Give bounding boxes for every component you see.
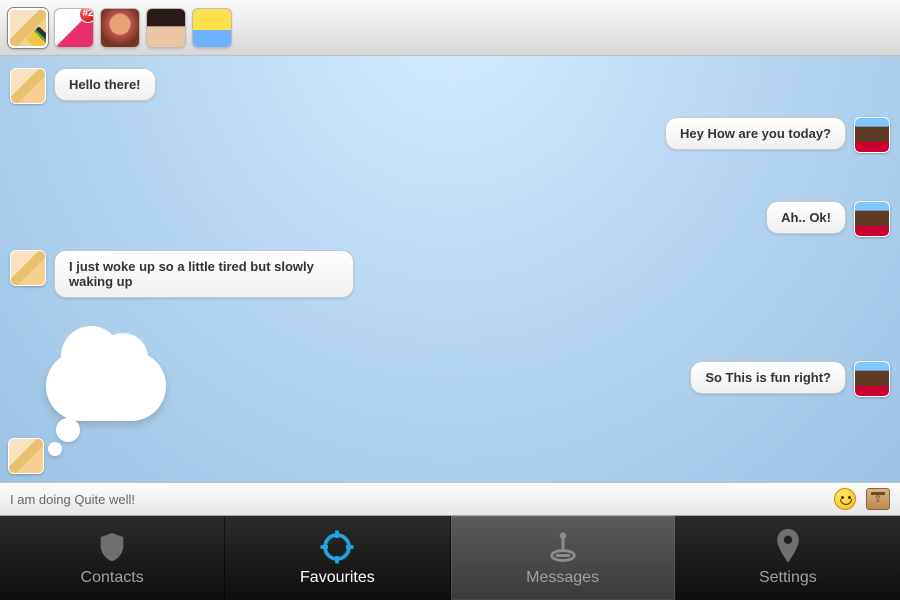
edit-pencil-icon	[26, 26, 48, 48]
chat-thread[interactable]: Hello there! Hey How are you today? Ah..…	[0, 56, 900, 482]
pin-icon	[770, 529, 806, 565]
contact-avatar-1[interactable]	[8, 8, 48, 48]
sender-avatar[interactable]	[10, 250, 46, 286]
message-row: Ah.. Ok!	[10, 201, 890, 237]
tab-label: Messages	[526, 569, 599, 587]
tab-settings[interactable]: Settings	[676, 516, 900, 600]
sender-avatar[interactable]	[854, 361, 890, 397]
message-bubble: I just woke up so a little tired but slo…	[54, 250, 354, 298]
box-upload-icon[interactable]	[866, 488, 890, 510]
sender-avatar[interactable]	[10, 68, 46, 104]
tab-label: Contacts	[81, 569, 144, 587]
message-row: Hey How are you today?	[10, 117, 890, 153]
tab-label: Settings	[759, 569, 817, 587]
smiley-icon[interactable]	[834, 488, 856, 510]
tab-contacts[interactable]: Contacts	[0, 516, 225, 600]
sender-avatar[interactable]	[854, 117, 890, 153]
sender-avatar[interactable]	[854, 201, 890, 237]
tab-label: Favourites	[300, 569, 375, 587]
contact-avatar-3[interactable]	[100, 8, 140, 48]
message-bubble: Hello there!	[54, 68, 156, 101]
thought-cloud-icon	[46, 351, 166, 421]
message-bubble: Hey How are you today?	[665, 117, 846, 150]
contact-avatar-2[interactable]: #2	[54, 8, 94, 48]
tab-favourites[interactable]: Favourites	[225, 516, 450, 600]
message-input-bar	[0, 482, 900, 516]
typing-indicator	[6, 326, 206, 476]
message-bubble: So This is fun right?	[690, 361, 846, 394]
message-input[interactable]	[10, 492, 824, 507]
contact-avatar-4[interactable]	[146, 8, 186, 48]
tab-messages[interactable]: Messages	[451, 516, 676, 600]
contact-avatar-bar: #2	[0, 0, 900, 56]
bottom-tab-bar: Contacts Favourites Messages Settings	[0, 516, 900, 600]
thought-cloud-icon	[56, 418, 80, 442]
thought-cloud-icon	[48, 442, 62, 456]
contact-avatar-5[interactable]	[192, 8, 232, 48]
message-row: I just woke up so a little tired but slo…	[10, 250, 890, 298]
notification-badge: #2	[79, 8, 94, 23]
typing-avatar[interactable]	[8, 438, 44, 474]
shield-icon	[94, 529, 130, 565]
message-row: Hello there!	[10, 68, 890, 104]
message-bubble: Ah.. Ok!	[766, 201, 846, 234]
joystick-icon	[545, 529, 581, 565]
target-icon	[319, 529, 355, 565]
